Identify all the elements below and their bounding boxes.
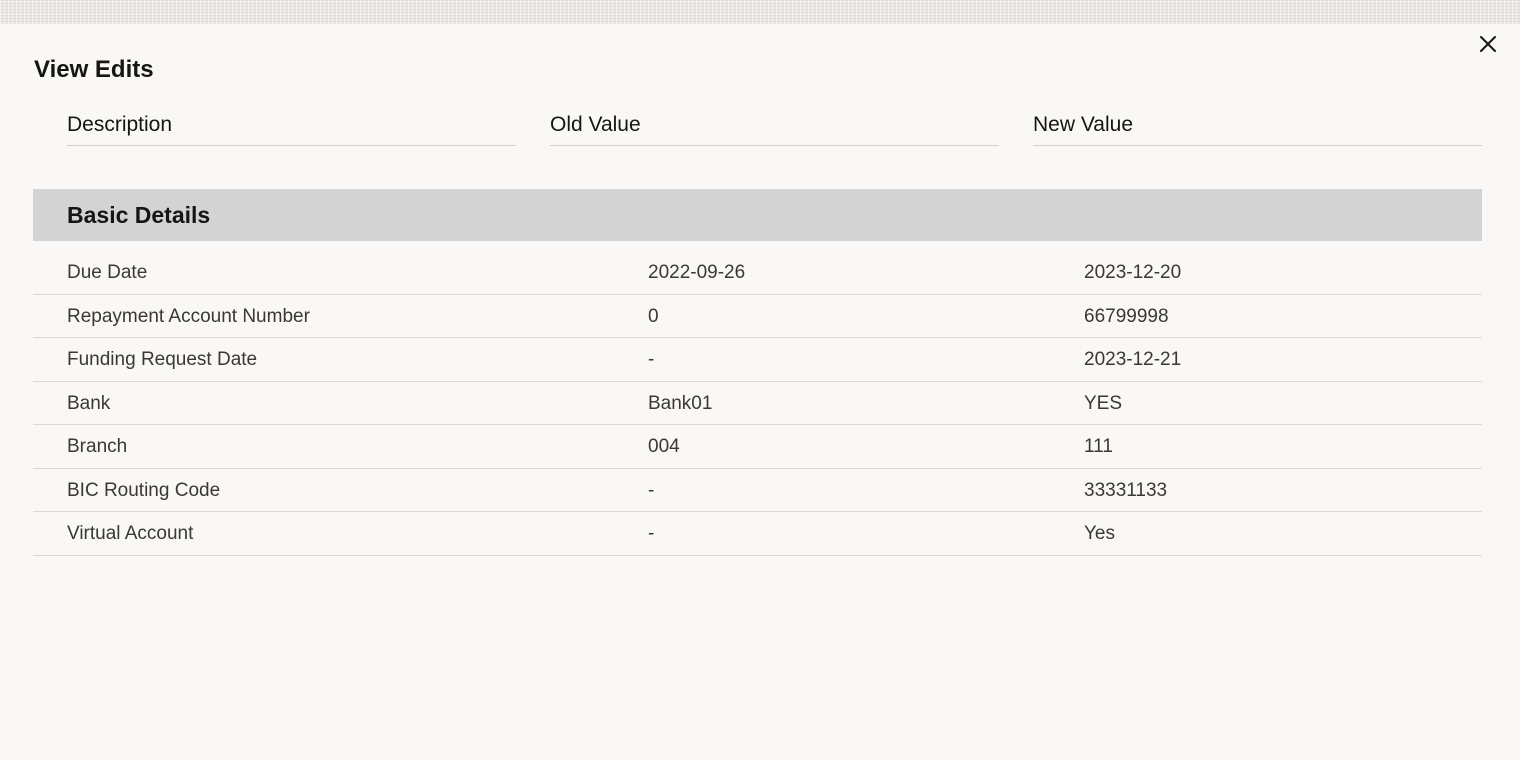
table-row: Funding Request Date - 2023-12-21 — [33, 338, 1482, 382]
row-description: Bank — [67, 392, 111, 414]
close-icon — [1480, 36, 1496, 52]
row-new-value: 2023-12-21 — [1084, 349, 1182, 370]
row-old-value: 2022-09-26 — [648, 262, 746, 283]
row-new-value: 33331133 — [1084, 479, 1168, 501]
table-row: Bank Bank01 YES — [33, 382, 1482, 425]
row-old-value: Bank01 — [648, 392, 713, 414]
row-old-value: - — [648, 349, 655, 370]
column-header-new-value: New Value — [1033, 110, 1482, 146]
row-old-value: 0 — [648, 305, 659, 327]
row-description: BIC Routing Code — [67, 479, 221, 501]
table-row: Repayment Account Number 0 66799998 — [33, 295, 1482, 338]
row-description: Due Date — [67, 262, 148, 283]
close-button[interactable] — [1476, 32, 1500, 56]
section-header-basic-details: Basic Details — [33, 189, 1482, 241]
row-new-value: 2023-12-20 — [1084, 262, 1182, 283]
row-description: Funding Request Date — [67, 349, 258, 370]
row-new-value: 111 — [1084, 436, 1113, 457]
row-new-value: 66799998 — [1084, 305, 1169, 327]
table-row: Due Date 2022-09-26 2023-12-20 — [33, 251, 1482, 295]
column-header-description: Description — [67, 110, 516, 146]
row-old-value: - — [648, 479, 655, 501]
view-edits-dialog: View Edits Description Old Value New Val… — [0, 24, 1520, 760]
row-old-value: 004 — [648, 436, 680, 457]
row-description: Virtual Account — [67, 523, 194, 544]
row-description: Repayment Account Number — [67, 305, 310, 327]
row-description: Branch — [67, 436, 128, 457]
row-new-value: YES — [1084, 392, 1123, 414]
row-old-value: - — [648, 523, 655, 544]
table-row: Branch 004 111 — [33, 425, 1482, 469]
table-row: BIC Routing Code - 33331133 — [33, 469, 1482, 512]
column-header-old-value: Old Value — [550, 110, 999, 146]
table-row: Virtual Account - Yes — [33, 512, 1482, 556]
row-new-value: Yes — [1084, 523, 1115, 544]
section-title: Basic Details — [67, 202, 211, 228]
dialog-title: View Edits — [34, 56, 154, 83]
edits-table: Due Date 2022-09-26 2023-12-20 Repayment… — [33, 251, 1482, 556]
